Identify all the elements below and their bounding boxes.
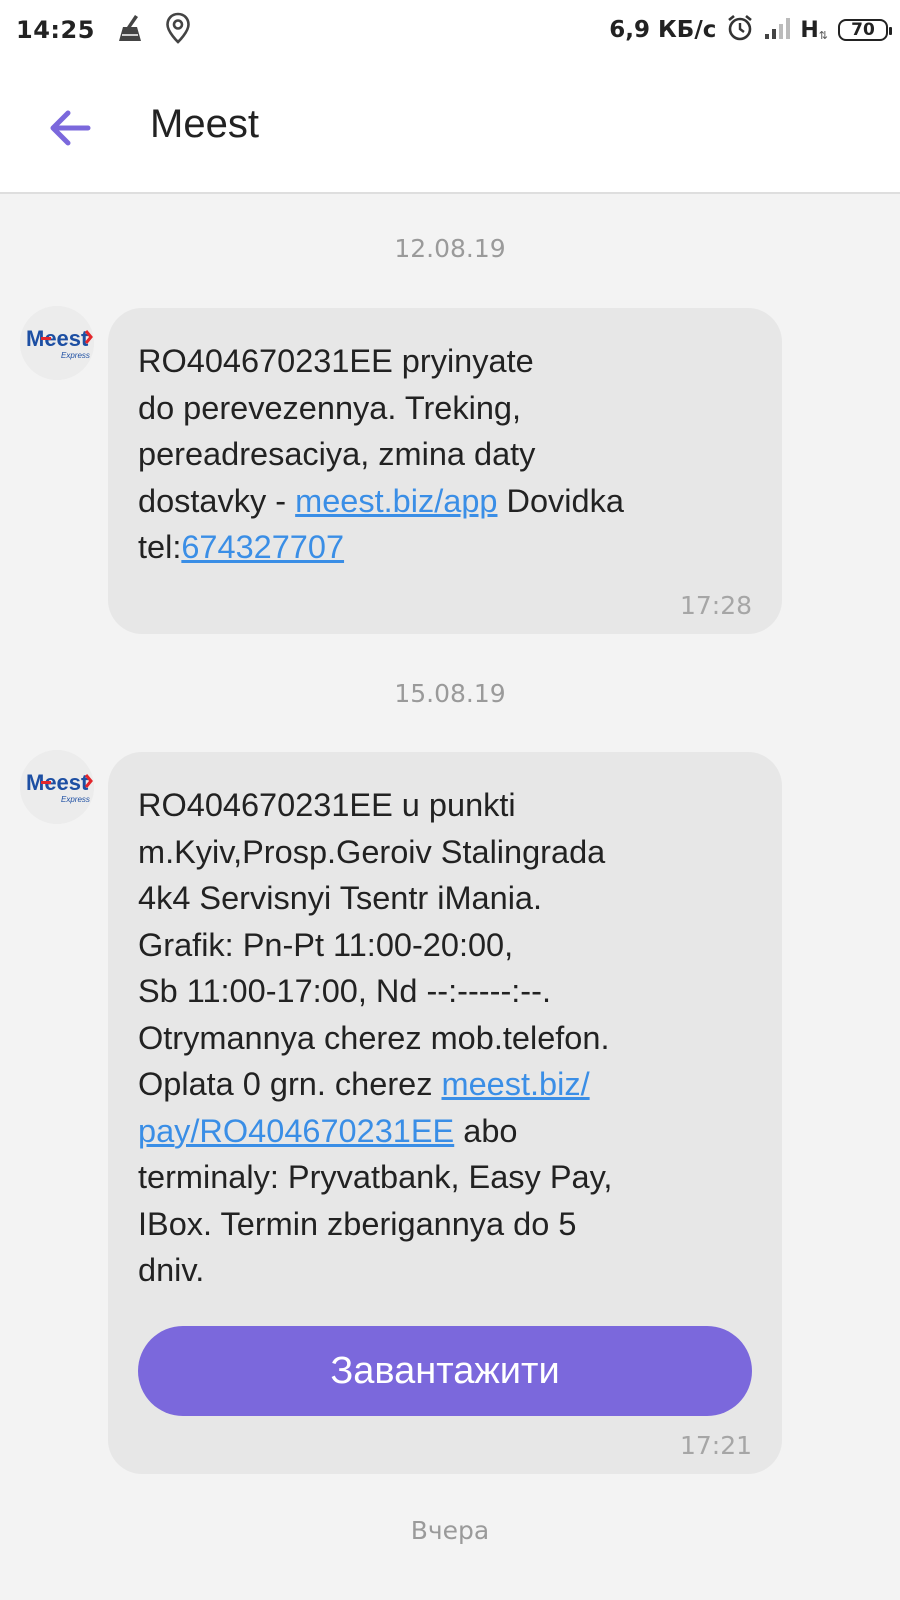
network-speed: 6,9 КБ/с <box>609 17 717 43</box>
sender-avatar[interactable]: Meest Express <box>20 306 94 380</box>
date-separator: 12.08.19 <box>394 234 506 263</box>
back-arrow-icon <box>50 110 91 146</box>
app-bar: Meest <box>0 62 900 194</box>
message-thread[interactable]: 12.08.19 Meest Express RO404670231EE pry… <box>0 194 900 1600</box>
meest-logo: Meest Express <box>20 306 94 380</box>
message-link[interactable]: 674327707 <box>181 529 344 565</box>
date-separator: 15.08.19 <box>394 679 506 708</box>
location-pin-icon <box>165 12 191 48</box>
sender-avatar[interactable]: Meest Express <box>20 750 94 824</box>
signal-strength-icon <box>764 16 796 44</box>
network-type: H <box>800 17 819 43</box>
alarm-clock-icon <box>726 14 754 46</box>
message-text-segment: RO404670231EE u punkti m.Kyiv,Prosp.Gero… <box>138 787 610 1102</box>
message-time: 17:21 <box>679 1431 752 1460</box>
message-text: RO404670231EE pryinyate do perevezennya.… <box>138 338 752 571</box>
message-text: RO404670231EE u punkti m.Kyiv,Prosp.Gero… <box>138 782 752 1294</box>
message-bubble[interactable]: RO404670231EE u punkti m.Kyiv,Prosp.Gero… <box>108 752 782 1474</box>
svg-text:Meest: Meest <box>26 326 89 351</box>
message-time: 17:28 <box>679 591 752 620</box>
status-left: 14:25 <box>16 12 191 48</box>
message-link[interactable]: meest.biz/app <box>295 483 497 519</box>
date-separator: Вчера <box>410 1516 490 1545</box>
svg-text:Express: Express <box>61 351 90 360</box>
data-arrows-icon: ⇅ <box>818 28 828 42</box>
back-button[interactable] <box>38 100 102 156</box>
status-bar: 14:25 6,9 КБ/с H ⇅ 70 <box>0 0 900 62</box>
message-bubble[interactable]: RO404670231EE pryinyate do perevezennya.… <box>108 308 782 634</box>
cleaner-icon <box>113 13 147 47</box>
download-button[interactable]: Завантажити <box>138 1326 752 1416</box>
meest-logo: Meest Express <box>20 750 94 824</box>
battery-icon: 70 <box>838 19 892 41</box>
svg-text:Meest: Meest <box>26 770 89 795</box>
status-right: 6,9 КБ/с H ⇅ 70 <box>609 14 892 46</box>
svg-text:Express: Express <box>61 795 90 804</box>
conversation-title: Meest <box>150 102 259 146</box>
status-time: 14:25 <box>16 16 95 44</box>
battery-level: 70 <box>851 20 875 40</box>
